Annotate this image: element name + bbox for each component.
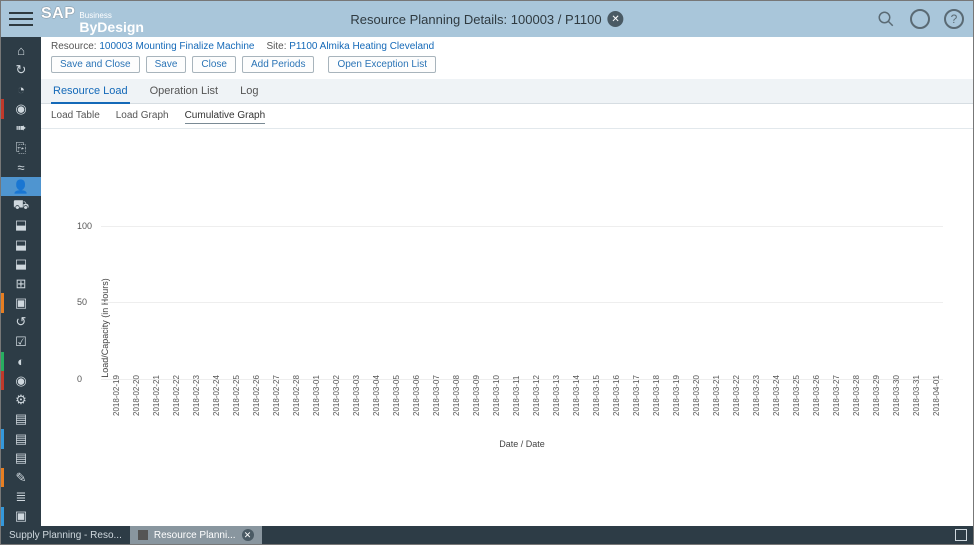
sidebar-item-12[interactable]: ⊞	[1, 274, 41, 293]
tab-log[interactable]: Log	[238, 79, 260, 103]
xtick: 2018-04-01	[932, 398, 974, 416]
tab-operation-list[interactable]: Operation List	[148, 79, 220, 103]
sidebar-item-3[interactable]: ◉	[1, 99, 41, 118]
action-buttons: Save and Close Save Close Add Periods Op…	[41, 54, 973, 79]
close-button[interactable]: Close	[192, 56, 236, 73]
ytick: 0	[77, 374, 82, 384]
sidebar-item-11[interactable]: ⬓	[1, 254, 41, 273]
statusbar-tab-1[interactable]: Supply Planning - Reso...	[1, 526, 130, 544]
sidebar-item-21[interactable]: ▤	[1, 449, 41, 468]
sidebar-item-8[interactable]: ⛟	[1, 196, 41, 215]
page-title-wrap: Resource Planning Details: 100003 / P110…	[350, 11, 623, 27]
main-content: Resource: 100003 Mounting Finalize Machi…	[41, 37, 973, 526]
chart-xlabel: Date / Date	[101, 439, 943, 449]
statusbar-close-icon[interactable]: ✕	[242, 529, 254, 541]
subtab-cumulative-graph[interactable]: Cumulative Graph	[185, 110, 266, 124]
chart-plot: 050100	[101, 149, 943, 379]
save-button[interactable]: Save	[146, 56, 187, 73]
page-title: Resource Planning Details: 100003 / P110…	[350, 12, 601, 27]
sidebar-item-4[interactable]: ➠	[1, 119, 41, 138]
ytick: 50	[77, 297, 87, 307]
sidebar-item-10[interactable]: ⬓	[1, 235, 41, 254]
subtab-load-table[interactable]: Load Table	[51, 110, 100, 124]
sidebar-item-6[interactable]: ≈	[1, 157, 41, 176]
sidebar-item-20[interactable]: ▤	[1, 429, 41, 448]
site-label: Site:	[266, 41, 286, 52]
sidebar-item-9[interactable]: ⬓	[1, 216, 41, 235]
secondary-tabs: Load Table Load Graph Cumulative Graph	[41, 104, 973, 129]
resource-label: Resource:	[51, 41, 97, 52]
statusbar-tab-2[interactable]: Resource Planni... ✕	[130, 526, 262, 544]
close-page-icon[interactable]: ✕	[608, 11, 624, 27]
sidebar-item-14[interactable]: ↺	[1, 313, 41, 332]
sidebar-item-22[interactable]: ✎	[1, 468, 41, 487]
sidebar-item-23[interactable]: ≣	[1, 487, 41, 506]
sidebar-item-19[interactable]: ▤	[1, 410, 41, 429]
sidebar-item-13[interactable]: ▣	[1, 293, 41, 312]
save-and-close-button[interactable]: Save and Close	[51, 56, 140, 73]
sidebar-item-17[interactable]: ◉	[1, 371, 41, 390]
help-icon[interactable]: ?	[943, 8, 965, 30]
logo-brand: SAP	[41, 5, 75, 23]
chart-area: Load/Capacity (in Hours) 050100 2018-02-…	[41, 129, 973, 526]
sidebar-item-16[interactable]: ◐	[1, 352, 41, 371]
sidebar-item-15[interactable]: ☑	[1, 332, 41, 351]
resource-link[interactable]: 100003 Mounting Finalize Machine	[99, 41, 254, 52]
info-row: Resource: 100003 Mounting Finalize Machi…	[41, 37, 973, 54]
sidebar-item-5[interactable]: ⎘	[1, 138, 41, 157]
site-link[interactable]: P1100 Almika Heating Cleveland	[289, 41, 434, 52]
sidebar-item-2[interactable]: ◔	[1, 80, 41, 99]
statusbar-window-icon[interactable]	[955, 529, 967, 541]
sidebar-item-24[interactable]: ▣	[1, 507, 41, 526]
primary-tabs: Resource Load Operation List Log	[41, 79, 973, 104]
sidebar-item-0[interactable]: ⌂	[1, 41, 41, 60]
sidebar-item-18[interactable]: ⚙	[1, 390, 41, 409]
status-bar: Supply Planning - Reso... Resource Plann…	[1, 526, 973, 544]
sidebar-item-1[interactable]: ↻	[1, 60, 41, 79]
chart-xaxis: 2018-02-192018-02-202018-02-212018-02-22…	[101, 379, 943, 433]
open-exception-list-button[interactable]: Open Exception List	[328, 56, 436, 73]
user-avatar[interactable]	[909, 8, 931, 30]
logo: SAP Business ByDesign	[41, 5, 144, 34]
logo-text: ByDesign	[79, 20, 144, 34]
add-periods-button[interactable]: Add Periods	[242, 56, 314, 73]
search-icon[interactable]	[875, 8, 897, 30]
sidebar: ⌂↻◔◉➠⎘≈👤⛟⬓⬓⬓⊞▣↺☑◐◉⚙▤▤▤✎≣▣	[1, 37, 41, 526]
ytick: 100	[77, 221, 92, 231]
menu-icon[interactable]	[9, 7, 33, 31]
tab-resource-load[interactable]: Resource Load	[51, 79, 130, 104]
subtab-load-graph[interactable]: Load Graph	[116, 110, 169, 124]
sidebar-item-7[interactable]: 👤	[1, 177, 41, 196]
top-bar: SAP Business ByDesign Resource Planning …	[1, 1, 973, 37]
